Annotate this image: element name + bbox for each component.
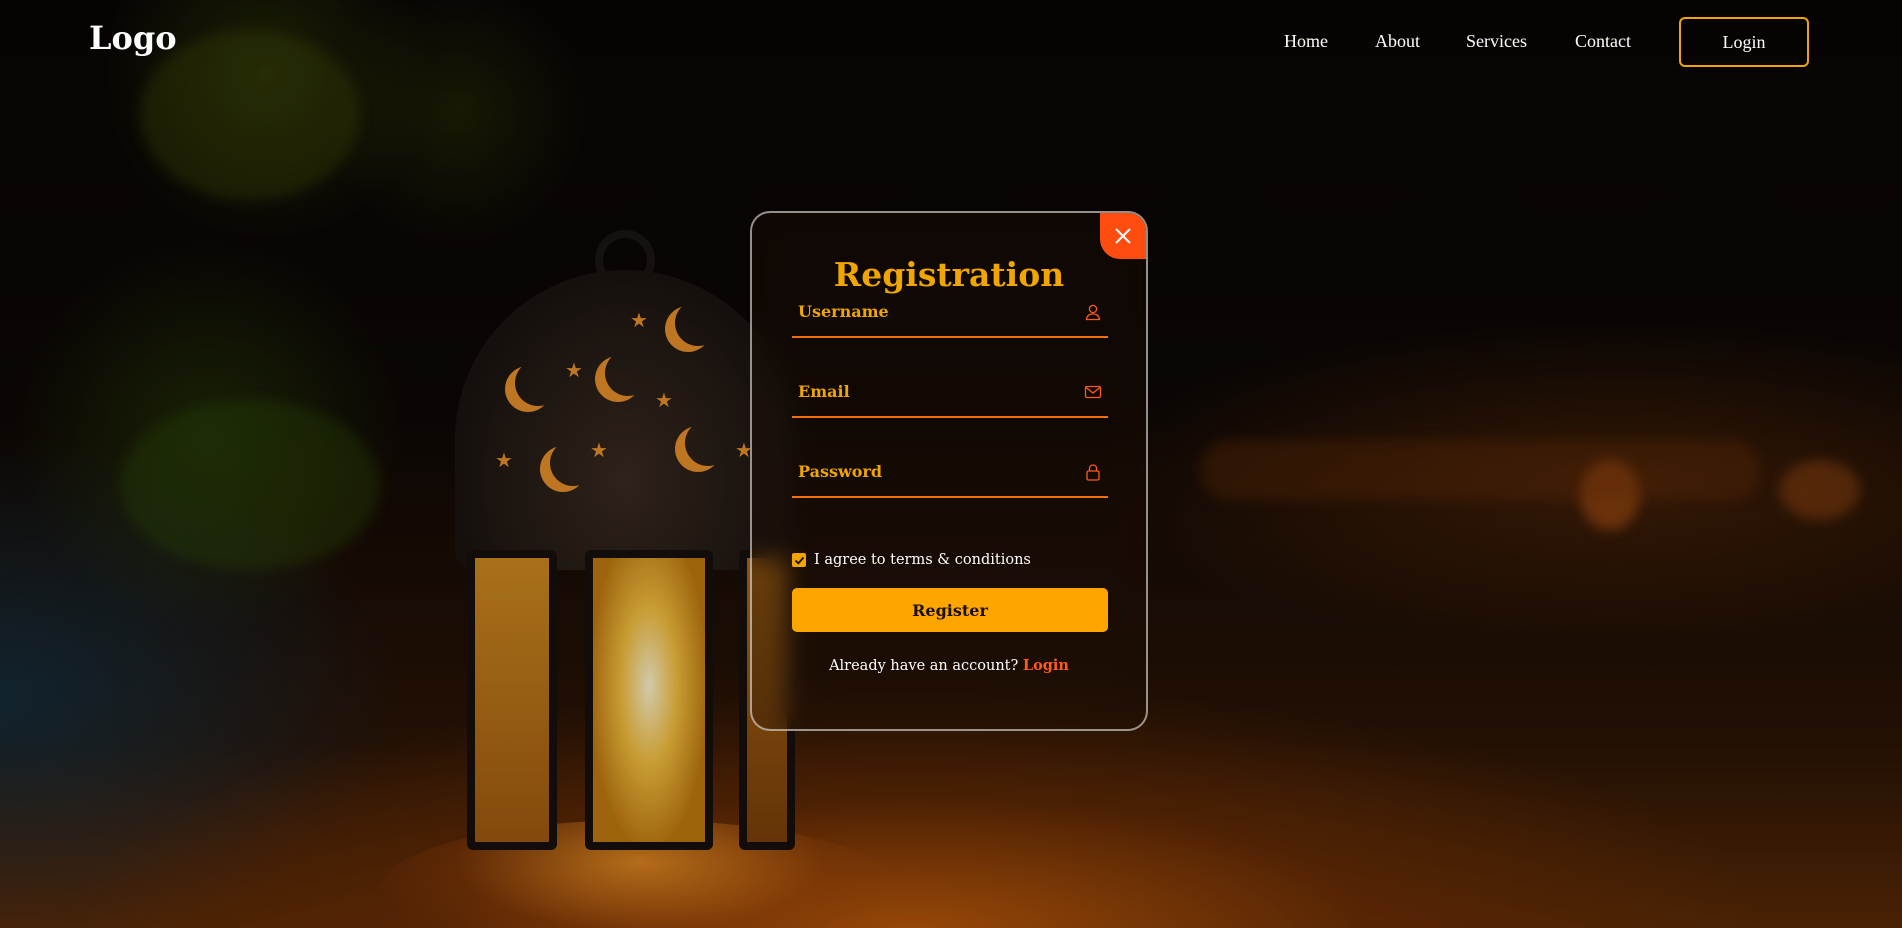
logo[interactable]: Logo	[89, 19, 177, 57]
user-icon	[1085, 304, 1101, 321]
password-field	[792, 446, 1108, 498]
header-login-button[interactable]: Login	[1679, 17, 1809, 67]
nav-contact[interactable]: Contact	[1575, 31, 1631, 52]
lock-icon	[1086, 464, 1100, 481]
registration-card: Registration I agree to terms & conditio…	[750, 211, 1148, 731]
nav-home[interactable]: Home	[1284, 31, 1328, 52]
email-input[interactable]	[792, 366, 1108, 416]
close-button[interactable]	[1100, 213, 1146, 259]
username-field	[792, 286, 1108, 338]
terms-label[interactable]: I agree to terms & conditions	[814, 552, 1031, 568]
username-input[interactable]	[792, 286, 1108, 336]
nav-about[interactable]: About	[1375, 31, 1420, 52]
site-header: Logo Home About Services Contact Login	[0, 0, 1902, 84]
login-prompt: Already have an account? Login	[752, 657, 1146, 674]
mail-icon	[1084, 385, 1102, 399]
close-icon	[1115, 228, 1131, 244]
register-button[interactable]: Register	[792, 588, 1108, 632]
login-prompt-text: Already have an account?	[829, 658, 1019, 674]
terms-checkbox[interactable]	[792, 553, 806, 567]
email-field	[792, 366, 1108, 418]
login-link[interactable]: Login	[1023, 657, 1069, 674]
password-input[interactable]	[792, 446, 1108, 496]
checkmark-icon	[794, 556, 804, 565]
nav-services[interactable]: Services	[1466, 31, 1527, 52]
terms-row: I agree to terms & conditions	[792, 552, 1031, 568]
